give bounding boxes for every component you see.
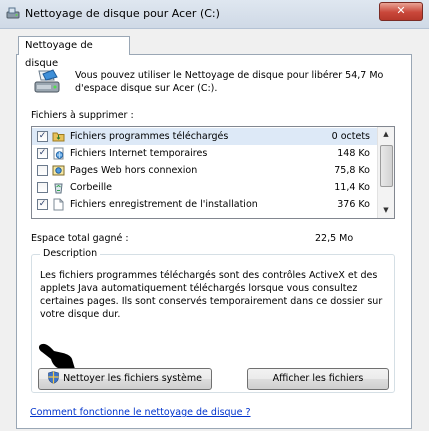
uac-shield-icon	[48, 371, 59, 384]
clean-system-files-label: Nettoyer les fichiers système	[63, 373, 202, 384]
window-title: Nettoyage de disque pour Acer (C:)	[25, 7, 220, 20]
list-item[interactable]: ✓ Fichiers enregistrement de l'installat…	[32, 196, 378, 213]
tab-disk-cleanup[interactable]: Nettoyage de disque	[18, 36, 130, 69]
description-text: Les fichiers programmes téléchargés sont…	[40, 270, 383, 320]
file-name: Fichiers enregistrement de l'installatio…	[70, 199, 258, 210]
file-name: Fichiers Internet temporaires	[70, 148, 208, 159]
files-list[interactable]: ✓ Fichiers programmes téléchargés 0 octe…	[31, 126, 395, 219]
list-item[interactable]: Corbeille 11,4 Ko	[32, 179, 378, 196]
checkbox[interactable]: ✓	[37, 148, 48, 159]
checkbox[interactable]: ✓	[37, 131, 48, 142]
intro-text: Vous pouvez utiliser le Nettoyage de dis…	[75, 70, 384, 94]
offline-pages-icon	[52, 165, 65, 176]
disk-cleanup-app-icon	[6, 7, 20, 19]
list-item[interactable]: ✓ Fichiers programmes téléchargés 0 octe…	[32, 128, 378, 145]
show-files-button[interactable]: Afficher les fichiers	[247, 368, 389, 390]
scroll-down-arrow-icon[interactable]: ▼	[378, 203, 394, 218]
download-folder-icon	[52, 132, 65, 142]
title-bar[interactable]: Nettoyage de disque pour Acer (C:) ✕	[0, 0, 429, 29]
file-size: 11,4 Ko	[334, 182, 370, 193]
file-name: Pages Web hors connexion	[70, 165, 198, 176]
internet-files-icon	[53, 147, 64, 160]
file-size: 376 Ko	[337, 199, 370, 210]
scroll-thumb[interactable]	[380, 145, 393, 187]
disk-cleanup-window: Nettoyage de disque pour Acer (C:) ✕ Net…	[0, 0, 429, 431]
file-size: 148 Ko	[337, 148, 370, 159]
checkbox[interactable]	[37, 165, 48, 176]
files-to-delete-label: Fichiers à supprimer :	[31, 110, 134, 121]
clean-system-files-button[interactable]: Nettoyer les fichiers système	[38, 368, 212, 390]
list-item[interactable]: Pages Web hors connexion 75,8 Ko	[32, 162, 378, 179]
file-name: Corbeille	[70, 182, 112, 193]
scroll-up-arrow-icon[interactable]: ▲	[378, 127, 394, 142]
checkbox[interactable]	[37, 182, 48, 193]
total-space-value: 22,5 Mo	[315, 233, 354, 244]
total-space-label: Espace total gagné :	[31, 233, 129, 244]
file-name: Fichiers programmes téléchargés	[70, 131, 229, 142]
file-size: 0 octets	[331, 131, 370, 142]
list-scrollbar[interactable]: ▲ ▼	[377, 127, 394, 218]
document-icon	[53, 198, 64, 211]
checkbox[interactable]: ✓	[37, 199, 48, 210]
tab-panel: Vous pouvez utiliser le Nettoyage de dis…	[16, 54, 412, 429]
recycle-bin-icon	[54, 183, 63, 194]
list-item[interactable]: ✓ Fichiers Internet temporaires 148 Ko	[32, 145, 378, 162]
help-link[interactable]: Comment fonctionne le nettoyage de disqu…	[30, 407, 251, 418]
file-size: 75,8 Ko	[334, 165, 370, 176]
description-title: Description	[40, 248, 101, 259]
close-button[interactable]: ✕	[379, 2, 423, 21]
